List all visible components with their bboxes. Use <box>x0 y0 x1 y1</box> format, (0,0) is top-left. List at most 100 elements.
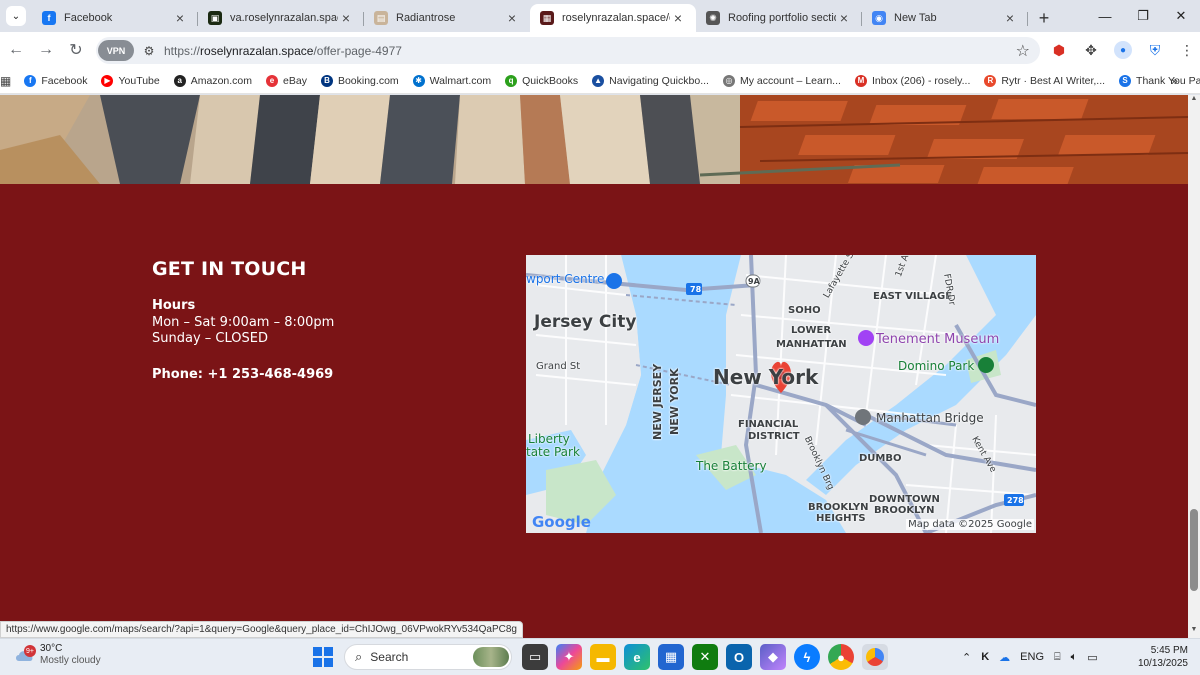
google-map-embed[interactable]: wport Centre Jersey City Grand St SOHO EAST … <box>526 255 1036 533</box>
bookmark-item[interactable]: M Inbox (206) - rosely... <box>848 74 977 87</box>
tab-close-icon[interactable]: × <box>504 10 520 26</box>
tab-favicon-icon: ▦ <box>540 11 554 25</box>
chrome-active-icon[interactable] <box>862 644 888 670</box>
bookmark-item[interactable]: B Booking.com <box>314 74 406 87</box>
bookmark-list: f Facebook ▶ YouTube a Amazon.com e eBay B Bookin… <box>17 74 1200 87</box>
map-label: 278 <box>1007 496 1024 505</box>
bookmark-favicon-icon: ◎ <box>722 74 735 87</box>
bookmark-item[interactable]: ◎ My account – Learn... <box>716 74 848 87</box>
language-indicator[interactable]: ENG <box>1020 651 1044 663</box>
taskbar-clock[interactable]: 5:45 PM 10/13/2025 <box>1136 644 1188 670</box>
bookmark-item[interactable]: a Amazon.com <box>167 74 259 87</box>
bookmark-item[interactable]: f Facebook <box>17 74 94 87</box>
tab-search-button[interactable]: ⌄ <box>6 6 26 26</box>
vpn-button[interactable]: VPN <box>98 40 134 61</box>
address-bar[interactable]: VPN ⚙ https://roselynrazalan.space/offer… <box>96 37 1040 64</box>
browser-tab[interactable]: ✺ Roofing portfolio section × <box>696 4 862 32</box>
phone-number[interactable]: Phone: +1 253-468-4969 <box>152 367 492 382</box>
url-scheme: https:// <box>164 43 201 58</box>
bookmark-item[interactable]: ▲ Navigating Quickbo... <box>585 74 716 87</box>
chrome-icon[interactable]: ● <box>828 644 854 670</box>
chevron-up-icon[interactable]: ⌃ <box>962 651 971 664</box>
tab-close-icon[interactable]: × <box>670 10 686 26</box>
bookmark-label: Walmart.com <box>429 74 492 87</box>
bookmark-star-icon[interactable]: ☆ <box>1016 41 1030 61</box>
forward-button[interactable]: → <box>32 36 60 64</box>
windows-taskbar: 9+ 30°C Mostly cloudy ⌕ Search ▭ ✦ ▬ e ▦… <box>0 638 1200 675</box>
network-icon[interactable]: ⌸ <box>1054 651 1061 664</box>
bookmark-favicon-icon: ▶ <box>101 74 114 87</box>
weather-condition: Mostly cloudy <box>40 655 101 666</box>
chevron-down-icon: ⌄ <box>11 10 21 22</box>
site-info-icon[interactable]: ⚙ <box>138 44 160 58</box>
scroll-down-arrow-icon[interactable]: ▼ <box>1188 626 1200 638</box>
new-tab-button[interactable]: + <box>1032 6 1056 30</box>
edge-browser-icon[interactable]: e <box>624 644 650 670</box>
browser-tab[interactable]: ◉ New Tab × <box>862 4 1028 32</box>
teams-purple-app-icon[interactable]: ◆ <box>760 644 786 670</box>
xbox-icon[interactable]: ✕ <box>692 644 718 670</box>
page-scrollbar[interactable]: ▲ ▼ <box>1188 95 1200 638</box>
bookmark-favicon-icon: q <box>505 74 518 87</box>
task-view-icon[interactable]: ▭ <box>522 644 548 670</box>
browser-tab[interactable]: ▤ Radiantrose × <box>364 4 530 32</box>
bookmark-label: Navigating Quickbo... <box>609 74 709 87</box>
map-label: MANHATTAN <box>776 339 847 350</box>
browser-tab[interactable]: f Facebook × <box>32 4 198 32</box>
copilot-icon[interactable]: ✦ <box>556 644 582 670</box>
map-attribution[interactable]: Map data ©2025 Google <box>906 519 1034 530</box>
url-path: /offer-page-4977 <box>313 43 402 58</box>
bookmarks-overflow-icon[interactable]: » <box>1171 73 1178 88</box>
minimize-button[interactable]: — <box>1086 0 1124 32</box>
battery-icon[interactable]: ▭ <box>1087 651 1097 664</box>
taskbar-apps: ▭ ✦ ▬ e ▦ ✕ O ◆ ϟ ● <box>522 644 888 670</box>
scrollbar-thumb[interactable] <box>1190 509 1198 591</box>
tab-close-icon[interactable]: × <box>836 10 852 26</box>
tab-title: Roofing portfolio section <box>728 12 836 24</box>
k-app-icon[interactable]: K <box>981 651 989 663</box>
file-explorer-icon[interactable]: ▬ <box>590 644 616 670</box>
outlook-icon[interactable]: O <box>726 644 752 670</box>
browser-tab[interactable]: ▦ roselynrazalan.space/offer-page-4977× <box>530 4 696 32</box>
tab-close-icon[interactable]: × <box>338 10 354 26</box>
back-button[interactable]: ← <box>2 36 30 64</box>
bookmark-item[interactable]: ▶ YouTube <box>94 74 166 87</box>
url-text[interactable]: https://roselynrazalan.space/offer-page-… <box>164 44 402 58</box>
profile-avatar-icon[interactable]: ● <box>1110 37 1136 63</box>
close-window-button[interactable]: ✕ <box>1162 0 1200 32</box>
bookmark-item[interactable]: R Rytr · Best AI Writer,... <box>977 74 1112 87</box>
restore-button[interactable]: ❐ <box>1124 0 1162 32</box>
roof-photo <box>0 95 1188 184</box>
map-label: tate Park <box>526 445 580 459</box>
extensions-puzzle-icon[interactable]: ✥ <box>1078 37 1104 63</box>
url-host: roselynrazalan.space <box>200 43 314 58</box>
bookmark-favicon-icon: S <box>1119 74 1132 87</box>
cloud-sync-icon[interactable]: ☁ <box>999 651 1010 664</box>
scroll-up-arrow-icon[interactable]: ▲ <box>1188 95 1200 107</box>
reload-button[interactable]: ↻ <box>62 36 90 64</box>
bookmark-item[interactable]: ✱ Walmart.com <box>406 74 498 87</box>
section-heading: GET IN TOUCH <box>152 258 307 280</box>
messenger-icon[interactable]: ϟ <box>794 644 820 670</box>
menu-kebab-icon[interactable]: ⋮ <box>1174 37 1200 63</box>
volume-icon[interactable]: 🔈︎ <box>1071 651 1078 664</box>
tab-close-icon[interactable]: × <box>1002 10 1018 26</box>
browser-tab[interactable]: ▣ va.roselynrazalan.space × <box>198 4 364 32</box>
taskbar-search[interactable]: ⌕ Search <box>344 644 512 670</box>
bookmark-item[interactable]: e eBay <box>259 74 314 87</box>
tab-close-icon[interactable]: × <box>172 10 188 26</box>
bookmark-item[interactable]: S Thank You Page <box>1112 74 1200 87</box>
hours-heading: Hours <box>152 298 196 313</box>
map-label: Tenement Museum <box>876 332 1000 347</box>
bookmark-label: Facebook <box>41 74 88 87</box>
start-button[interactable] <box>313 647 333 667</box>
apps-grid-icon[interactable]: ▦ <box>0 74 11 88</box>
security-shield-icon[interactable]: ⛨ <box>1142 37 1168 63</box>
weather-widget[interactable]: 9+ 30°C Mostly cloudy <box>14 643 101 667</box>
tab-favicon-icon: ▤ <box>374 11 388 25</box>
microsoft-store-icon[interactable]: ▦ <box>658 644 684 670</box>
tab-strip: ⌄ f Facebook × ▣ va.roselynrazalan.space × ▤ Ra… <box>0 0 1200 32</box>
bookmark-item[interactable]: q QuickBooks <box>498 74 585 87</box>
tab-favicon-icon: ✺ <box>706 11 720 25</box>
shield-extension-icon[interactable]: ⬢ <box>1046 37 1072 63</box>
